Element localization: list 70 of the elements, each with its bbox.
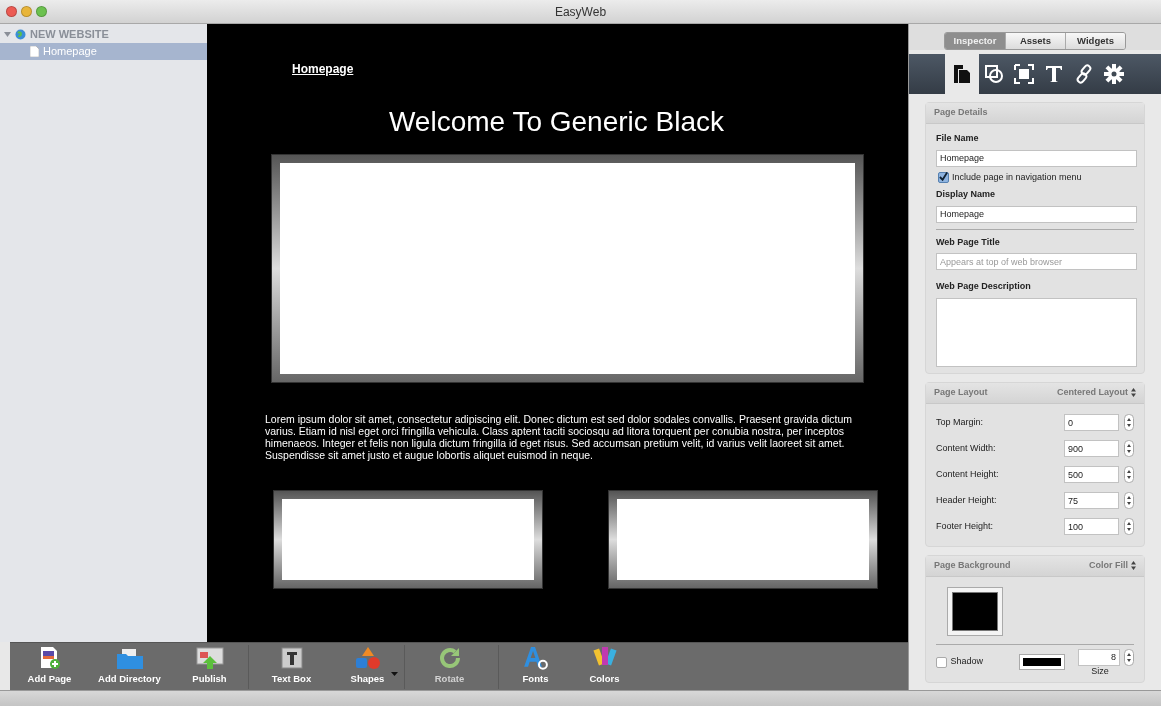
- toolbar-button[interactable]: Add Page: [14, 644, 84, 689]
- field-label: Header Height:: [936, 493, 998, 507]
- checkbox[interactable]: [936, 656, 947, 668]
- field-label: Top Margin:: [936, 415, 985, 429]
- input-field[interactable]: Appears at top of web browser: [936, 253, 1137, 270]
- stepper-icon: [1124, 518, 1134, 535]
- stepper-icon: [1124, 466, 1134, 483]
- input-field[interactable]: 500: [1064, 466, 1119, 483]
- window-title: EasyWeb: [554, 3, 607, 21]
- toolbar-button[interactable]: Add Directory: [84, 644, 174, 689]
- inspector-tab[interactable]: Widgets: [1065, 33, 1125, 49]
- checkbox-label: Include page in navigation menu: [952, 170, 1082, 184]
- shapes-icon: [354, 646, 381, 671]
- shape-icon: [984, 64, 1004, 84]
- field-label: Web Page Description: [936, 280, 1032, 293]
- fonts-icon: [522, 644, 549, 671]
- nav-link[interactable]: Homepage: [292, 62, 354, 76]
- field-label: Size: [1091, 665, 1110, 676]
- stepper-arrows-icon: [1131, 561, 1136, 570]
- toolbar-button[interactable]: Fonts: [498, 644, 572, 689]
- input-field[interactable]: Homepage: [936, 149, 1137, 167]
- layout-dropdown[interactable]: Color Fill: [1089, 558, 1136, 573]
- folder-icon: [115, 648, 144, 671]
- toolbar-button[interactable]: Colors: [572, 644, 636, 689]
- text-box-icon: [279, 646, 304, 671]
- input-field[interactable]: Homepage: [936, 205, 1137, 223]
- text-icon: [1044, 64, 1064, 84]
- close-button[interactable]: [6, 6, 17, 17]
- checkmark-icon: [939, 172, 948, 183]
- checkbox-label: Shadow: [950, 655, 985, 669]
- layout-dropdown[interactable]: Centered Layout: [1057, 385, 1136, 400]
- toolbar-button[interactable]: Publish: [174, 644, 244, 689]
- field-label: File Name: [936, 132, 980, 145]
- pages-icon: [952, 64, 972, 84]
- settings-icon: [1104, 64, 1124, 84]
- stepper-icon: [1124, 414, 1134, 431]
- input-field[interactable]: 75: [1064, 492, 1119, 509]
- add-page-icon: [38, 646, 61, 671]
- checkbox[interactable]: [938, 171, 949, 183]
- rotate-icon: [437, 646, 462, 671]
- stepper-icon: [1124, 492, 1134, 509]
- zoom-button[interactable]: [36, 6, 47, 17]
- field-label: Footer Height:: [936, 519, 995, 533]
- field-label: Content Height:: [936, 467, 1000, 481]
- stepper-icon: [1124, 440, 1134, 457]
- link-icon: [1074, 64, 1094, 84]
- stepper-arrows-icon: [1131, 388, 1136, 397]
- dropdown-caret-icon: [391, 671, 398, 676]
- page-icon: [30, 46, 39, 57]
- field-label: Web Page Title: [936, 235, 1001, 249]
- globe-icon: [15, 29, 26, 40]
- panel-title: Page Background: [934, 558, 1011, 572]
- body-paragraph: Lorem ipsum dolor sit amet, consectetur adipiscing elit. Donec dictum est sed dolor sodales convallis. Praesent gravida dictum varius. Etiam id nisl eget orci fringilla vehicula. Class aptent taciti sociosqu ad litora torquent per conubia nostra, per inceptos himenaeos. Integer et felis non ligula dictum fringilla id eget risus. Sed accumsan pretium velit, id varius velit laoreet sit amet. Suspendisse sit amet justo et augue lobortis aliquet euismod in neque.: [265, 413, 854, 461]
- inspector-tab[interactable]: Inspector: [945, 33, 1005, 49]
- input-field[interactable]: 0: [1064, 414, 1119, 431]
- input-field[interactable]: 100: [1064, 518, 1119, 535]
- page-heading: Welcome To Generic Black: [387, 105, 726, 139]
- frame-icon: [1014, 64, 1034, 84]
- color-well[interactable]: [1019, 654, 1065, 670]
- input-field[interactable]: 900: [1064, 440, 1119, 457]
- field-label: Display Name: [936, 188, 997, 201]
- publish-icon: [195, 646, 224, 671]
- toolbar-button[interactable]: Shapes: [334, 644, 400, 689]
- toolbar-button[interactable]: Text Box: [248, 644, 334, 689]
- field-label: Content Width:: [936, 441, 997, 455]
- panel-title: Page Details: [934, 106, 988, 120]
- panel-title: Page Layout: [934, 385, 988, 399]
- inspector-tab[interactable]: Assets: [1005, 33, 1065, 49]
- stepper-icon: [1124, 648, 1134, 666]
- input-field[interactable]: 8: [1078, 648, 1120, 666]
